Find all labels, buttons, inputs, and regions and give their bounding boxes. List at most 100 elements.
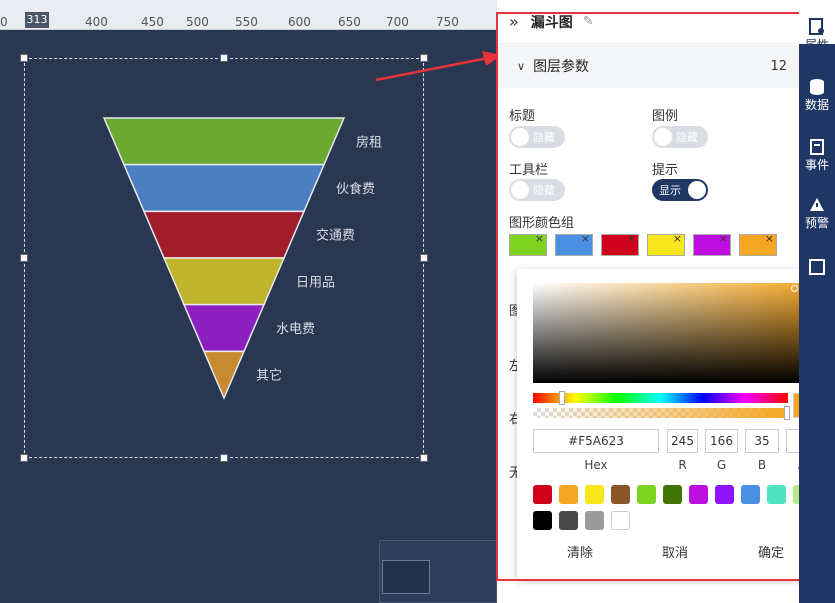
saturation-area[interactable] — [533, 283, 818, 383]
funnel-stage[interactable] — [102, 117, 346, 166]
remove-color-icon[interactable]: × — [765, 232, 774, 245]
hue-slider[interactable] — [533, 391, 788, 405]
color-swatch[interactable]: × — [739, 232, 777, 256]
funnel-stage[interactable] — [202, 350, 246, 400]
section-title: 图层参数 — [533, 59, 590, 75]
remove-color-icon[interactable]: × — [535, 232, 544, 245]
toggle-knob — [511, 181, 529, 199]
preset-color-swatch[interactable] — [611, 485, 630, 504]
preset-color-swatch[interactable] — [559, 485, 578, 504]
preset-color-swatch[interactable] — [689, 485, 708, 504]
preset-color-swatch[interactable] — [663, 485, 682, 504]
remove-color-icon[interactable]: × — [581, 232, 590, 245]
ruler-tick-label: 550 — [235, 15, 258, 29]
toggle-text: 隐藏 — [676, 131, 698, 144]
color-swatch[interactable]: × — [555, 232, 593, 256]
ruler-tick-label: 450 — [141, 15, 164, 29]
preset-color-swatch[interactable] — [533, 485, 552, 504]
preset-color-swatch[interactable] — [585, 511, 604, 530]
preset-color-swatch[interactable] — [559, 511, 578, 530]
preset-color-swatch[interactable] — [741, 485, 760, 504]
color-swatch[interactable]: × — [693, 232, 731, 256]
sidebar-item-label: 预警 — [804, 216, 829, 230]
preset-color-swatch[interactable] — [767, 485, 786, 504]
database-icon — [810, 79, 824, 95]
tooltip-toggle[interactable]: 显示 — [652, 179, 708, 201]
layer-params-header[interactable]: ∨ 图层参数 12 — [497, 44, 799, 88]
legend-toggle[interactable]: 隐藏 — [652, 126, 708, 148]
funnel-stage-label: 其它 — [256, 368, 282, 384]
ruler-tick-label: 750 — [436, 15, 459, 29]
toolbar-toggle[interactable]: 隐藏 — [509, 179, 565, 201]
preset-color-swatch[interactable] — [533, 511, 552, 530]
green-input[interactable]: 166 — [705, 429, 738, 453]
alpha-slider[interactable] — [533, 406, 790, 420]
r-label: R — [678, 458, 687, 472]
preset-color-swatch[interactable] — [637, 485, 656, 504]
properties-icon — [809, 18, 824, 35]
preset-color-swatch[interactable] — [585, 485, 604, 504]
toggle-text: 隐藏 — [533, 131, 555, 144]
clear-button[interactable]: 清除 — [567, 542, 593, 561]
funnel-stage[interactable] — [122, 163, 326, 213]
title-toggle[interactable]: 隐藏 — [509, 126, 565, 148]
toolbar-field-label: 工具栏 — [509, 163, 549, 178]
sidebar-item-alerts[interactable]: 预警 — [799, 196, 835, 231]
funnel-stage[interactable] — [142, 210, 306, 259]
ruler-position-badge: 313 — [25, 12, 49, 28]
chevron-down-icon: ∨ — [517, 59, 526, 73]
annotation-arrow — [375, 51, 502, 82]
g-label: G — [716, 458, 727, 472]
remove-color-icon[interactable]: × — [719, 232, 728, 245]
saturation-cursor[interactable] — [791, 285, 798, 292]
event-icon — [810, 139, 824, 155]
sidebar-item-label: 属性 — [804, 38, 829, 52]
color-swatch[interactable]: × — [601, 232, 639, 256]
panel-header: » 漏斗图 ✎ — [497, 0, 799, 44]
sidebar-item-label: 事件 — [804, 158, 829, 172]
remove-color-icon[interactable]: × — [627, 232, 636, 245]
funnel-stage-label: 房租 — [356, 134, 382, 150]
minimap[interactable] — [379, 540, 497, 603]
sidebar-item-events[interactable]: 事件 — [799, 138, 835, 173]
preset-color-swatch[interactable] — [715, 485, 734, 504]
horizontal-ruler: 0 400 450 500 550 600 650 700 750 313 — [0, 0, 497, 30]
hex-label: Hex — [584, 458, 608, 472]
red-input[interactable]: 245 — [667, 429, 698, 453]
color-swatch[interactable]: × — [647, 232, 685, 256]
funnel-chart[interactable]: 房租伙食费交通费日用品水电费其它 — [24, 58, 424, 458]
toggle-knob — [688, 181, 706, 199]
hue-thumb[interactable] — [559, 391, 565, 405]
ruler-tick-label: 700 — [386, 15, 409, 29]
ruler-tick-label: 500 — [186, 15, 209, 29]
color-picker-popup: #F5A623 245 166 35 1 Hex R G B A 清除 取消 确… — [517, 269, 826, 579]
edit-title-icon[interactable]: ✎ — [583, 14, 594, 29]
confirm-button[interactable]: 确定 — [758, 542, 784, 561]
b-label: B — [757, 458, 767, 472]
alpha-thumb[interactable] — [784, 406, 790, 420]
funnel-stage-label: 水电费 — [276, 322, 315, 337]
minimap-viewport[interactable] — [382, 560, 430, 594]
blue-input[interactable]: 35 — [745, 429, 779, 453]
sidebar-item-properties[interactable]: 属性 — [799, 18, 835, 53]
funnel-stage[interactable] — [182, 303, 266, 353]
panel-title: 漏斗图 — [530, 14, 573, 31]
section-count: 12 — [770, 58, 787, 74]
design-canvas[interactable]: 0 400 450 500 550 600 650 700 750 313 房租… — [0, 0, 497, 603]
ruler-tick-label: 650 — [338, 15, 361, 29]
funnel-stage[interactable] — [162, 257, 286, 306]
sidebar-item-data[interactable]: 数据 — [799, 78, 835, 113]
cancel-button[interactable]: 取消 — [662, 542, 688, 561]
toggle-text: 隐藏 — [533, 184, 555, 197]
hex-input[interactable]: #F5A623 — [533, 429, 659, 453]
sidebar-item-help[interactable] — [799, 258, 835, 276]
remove-color-icon[interactable]: × — [673, 232, 682, 245]
ruler-tick-label: 600 — [288, 15, 311, 29]
collapse-panel-icon[interactable]: » — [509, 12, 519, 31]
preset-color-swatch[interactable] — [611, 511, 630, 530]
color-swatch[interactable]: × — [509, 232, 547, 256]
ruler-tick-label: 0 — [0, 15, 8, 29]
color-group-label: 图形颜色组 — [509, 216, 575, 231]
help-icon — [809, 259, 825, 275]
funnel-stage-label: 交通费 — [316, 228, 355, 244]
